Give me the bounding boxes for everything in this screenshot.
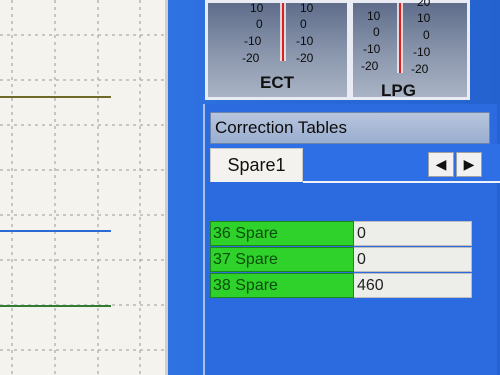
tab-strip: Spare1 ◀ ▶ xyxy=(210,144,500,183)
ect-indicator xyxy=(280,3,286,61)
chevron-left-icon: ◀ xyxy=(435,156,447,172)
ect-right-tick: -10 xyxy=(296,34,314,48)
lpg-right-tick: -10 xyxy=(413,45,431,59)
lpg-gauge: 10 0 -10 -20 20 10 0 -10 -20 LPG xyxy=(350,0,470,100)
tab-prev-button[interactable]: ◀ xyxy=(428,152,454,177)
ect-right-tick: 10 xyxy=(300,1,314,15)
row-name: 38 Spare xyxy=(210,273,354,298)
row-value[interactable]: 0 xyxy=(354,221,472,246)
chevron-right-icon: ▶ xyxy=(463,156,475,172)
lpg-left-tick: 0 xyxy=(373,25,380,39)
tab-spare1[interactable]: Spare1 xyxy=(210,148,303,182)
table-row[interactable]: 37 Spare 0 xyxy=(210,247,474,272)
ect-left-tick: 10 xyxy=(250,1,264,15)
row-name: 37 Spare xyxy=(210,247,354,272)
lpg-right-tick: 20 xyxy=(417,0,431,9)
table-row[interactable]: 36 Spare 0 xyxy=(210,221,474,246)
lpg-left-tick: -10 xyxy=(363,42,381,56)
correction-tables-title: Correction Tables xyxy=(210,112,490,144)
lpg-right-tick: -20 xyxy=(411,62,429,76)
ect-right-tick: -20 xyxy=(296,51,314,65)
lpg-left-tick: 10 xyxy=(367,9,381,23)
correction-table: 36 Spare 0 37 Spare 0 38 Spare 460 xyxy=(210,221,474,299)
lpg-indicator xyxy=(397,3,403,73)
row-name: 36 Spare xyxy=(210,221,354,246)
correction-tables-panel: Correction Tables Spare1 ◀ ▶ 36 Spare 0 … xyxy=(203,104,500,375)
plot-area xyxy=(0,0,168,375)
ect-left-tick: -10 xyxy=(244,34,262,48)
ect-left-tick: 0 xyxy=(256,17,263,31)
ect-left-tick: -20 xyxy=(242,51,260,65)
ect-gauge: 10 0 -10 -20 10 0 -10 -20 ECT xyxy=(205,0,350,100)
row-value[interactable]: 460 xyxy=(354,273,472,298)
lpg-right-tick: 0 xyxy=(423,28,430,42)
lpg-left-tick: -20 xyxy=(361,59,379,73)
ect-right-tick: 0 xyxy=(300,17,307,31)
row-value[interactable]: 0 xyxy=(354,247,472,272)
plot-grid xyxy=(0,0,165,375)
table-row[interactable]: 38 Spare 460 xyxy=(210,273,474,298)
lpg-right-tick: 10 xyxy=(417,11,431,25)
lpg-gauge-label: LPG xyxy=(381,81,416,100)
tab-next-button[interactable]: ▶ xyxy=(456,152,482,177)
ect-gauge-label: ECT xyxy=(260,73,294,92)
tab-strip-divider xyxy=(303,181,500,183)
